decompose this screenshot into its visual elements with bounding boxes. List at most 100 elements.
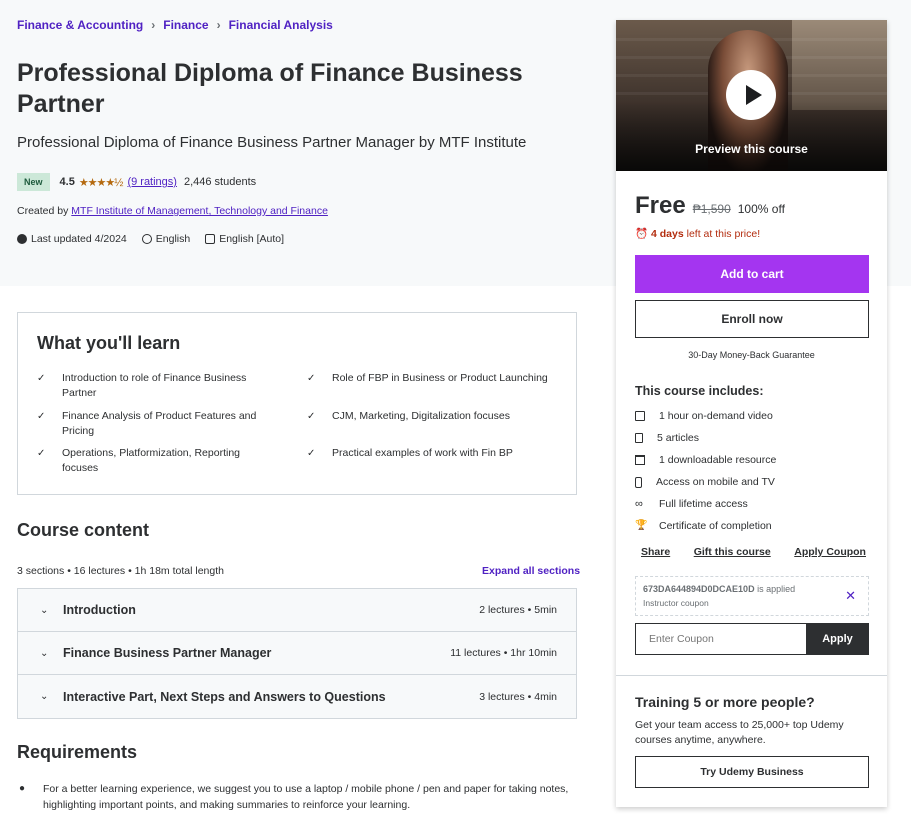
coupon-type: Instructor coupon bbox=[643, 598, 709, 608]
requirement-item: ● For a better learning experience, we s… bbox=[19, 781, 574, 813]
captions: English [Auto] bbox=[205, 233, 284, 245]
coupon-input[interactable] bbox=[635, 623, 806, 655]
include-text: Full lifetime access bbox=[659, 498, 748, 510]
preview-label: Preview this course bbox=[695, 142, 808, 156]
coupon-code-line: 673DA644894D0DCAE10D is applied bbox=[643, 584, 795, 594]
check-icon: ✓ bbox=[37, 373, 46, 384]
learn-item-text: Role of FBP in Business or Product Launc… bbox=[332, 372, 548, 384]
video-icon bbox=[635, 411, 645, 421]
coupon-code: 673DA644894D0DCAE10D bbox=[643, 584, 755, 594]
breadcrumb-item-financial-analysis[interactable]: Financial Analysis bbox=[229, 18, 333, 32]
section-row[interactable]: ⌄ Finance Business Partner Manager 11 le… bbox=[18, 632, 576, 675]
include-text: Access on mobile and TV bbox=[656, 476, 775, 488]
apply-coupon-button[interactable]: Apply bbox=[806, 623, 869, 655]
section-meta: 11 lectures • 1hr 10min bbox=[450, 647, 557, 659]
ratings-link[interactable]: (9 ratings) bbox=[127, 176, 177, 188]
check-icon: ✓ bbox=[307, 373, 316, 384]
include-item: 5 articles bbox=[635, 432, 699, 444]
rating-value: 4.5 bbox=[59, 176, 75, 188]
applied-coupon: 673DA644894D0DCAE10D is applied Instruct… bbox=[635, 576, 869, 616]
learn-item: ✓ Introduction to role of Finance Busine… bbox=[37, 371, 267, 401]
course-subtitle: Professional Diploma of Finance Business… bbox=[17, 134, 527, 151]
discount-percent: 100% off bbox=[737, 202, 785, 216]
alarm-clock-icon: ⏰ bbox=[635, 228, 649, 240]
include-text: Certificate of completion bbox=[659, 520, 772, 532]
try-udemy-business-button[interactable]: Try Udemy Business bbox=[635, 756, 869, 788]
language: English bbox=[141, 233, 191, 245]
chevron-down-icon: ⌄ bbox=[40, 647, 49, 659]
learn-item-text: Introduction to role of Finance Business… bbox=[62, 372, 247, 399]
share-link[interactable]: Share bbox=[641, 546, 670, 558]
section-title: Introduction bbox=[63, 603, 136, 617]
close-icon[interactable]: ✕ bbox=[845, 588, 856, 604]
current-price: Free bbox=[635, 192, 686, 219]
apply-coupon-link[interactable]: Apply Coupon bbox=[794, 546, 866, 558]
learn-item-text: Finance Analysis of Product Features and… bbox=[62, 410, 257, 437]
created-by: Created by MTF Institute of Management, … bbox=[17, 205, 328, 217]
learn-item: ✓ Practical examples of work with Fin BP bbox=[307, 446, 567, 461]
purchase-sidebar: Preview this course Free ₱1,590 100% off… bbox=[616, 20, 887, 807]
author-link[interactable]: MTF Institute of Management, Technology … bbox=[71, 205, 328, 217]
infinity-icon: ∞ bbox=[635, 498, 643, 510]
learn-item: ✓ Role of FBP in Business or Product Lau… bbox=[307, 371, 567, 386]
learn-item-text: CJM, Marketing, Digitalization focuses bbox=[332, 410, 510, 422]
course-content-summary: 3 sections • 16 lectures • 1h 18m total … bbox=[17, 565, 224, 577]
check-icon: ✓ bbox=[37, 411, 46, 422]
article-icon bbox=[635, 433, 643, 443]
download-icon bbox=[635, 455, 645, 465]
enroll-now-button[interactable]: Enroll now bbox=[635, 300, 869, 338]
breadcrumb-item-finance[interactable]: Finance bbox=[163, 18, 208, 32]
check-icon: ✓ bbox=[307, 411, 316, 422]
chevron-right-icon: › bbox=[151, 18, 156, 32]
mobile-icon bbox=[635, 476, 642, 488]
page-title: Professional Diploma of Finance Business… bbox=[17, 59, 523, 118]
what-youll-learn: What you'll learn ✓ Introduction to role… bbox=[17, 312, 577, 495]
last-updated-text: Last updated 4/2024 bbox=[31, 233, 127, 245]
created-by-label: Created by bbox=[17, 205, 69, 217]
captions-icon bbox=[205, 234, 216, 244]
play-icon[interactable] bbox=[726, 70, 776, 120]
rating-row: New 4.5 ★★★★½ (9 ratings) 2,446 students bbox=[17, 173, 256, 191]
coupon-applied-text: is applied bbox=[754, 584, 796, 594]
add-to-cart-button[interactable]: Add to cart bbox=[635, 255, 869, 293]
gift-course-link[interactable]: Gift this course bbox=[694, 546, 771, 558]
price-timer: ⏰ 4 days left at this price! bbox=[635, 227, 760, 240]
chevron-down-icon: ⌄ bbox=[40, 604, 49, 616]
bullet-icon: ● bbox=[19, 783, 26, 794]
include-item: Access on mobile and TV bbox=[635, 476, 775, 488]
training-title: Training 5 or more people? bbox=[635, 694, 815, 710]
trophy-icon: 🏆 bbox=[635, 520, 648, 531]
last-updated: Last updated 4/2024 bbox=[17, 233, 127, 245]
students-count: 2,446 students bbox=[183, 176, 257, 188]
chevron-right-icon: › bbox=[216, 18, 221, 32]
divider bbox=[616, 675, 887, 676]
expand-all-sections-button[interactable]: Expand all sections bbox=[482, 565, 580, 577]
sections-accordion: ⌄ Introduction 2 lectures • 5min ⌄ Finan… bbox=[17, 588, 577, 719]
requirements-title: Requirements bbox=[17, 742, 138, 762]
course-info-row: Last updated 4/2024 English English [Aut… bbox=[17, 233, 294, 245]
section-meta: 2 lectures • 5min bbox=[479, 604, 557, 616]
learn-item-text: Practical examples of work with Fin BP bbox=[332, 447, 513, 459]
includes-title: This course includes: bbox=[635, 384, 764, 398]
learn-item-text: Operations, Platformization, Reporting f… bbox=[62, 447, 241, 474]
include-item: 1 downloadable resource bbox=[635, 454, 776, 466]
include-item: 1 hour on-demand video bbox=[635, 410, 773, 422]
learn-item: ✓ CJM, Marketing, Digitalization focuses bbox=[307, 409, 567, 424]
captions-text: English [Auto] bbox=[219, 233, 285, 245]
breadcrumb-item-finance-accounting[interactable]: Finance & Accounting bbox=[17, 18, 143, 32]
section-row[interactable]: ⌄ Interactive Part, Next Steps and Answe… bbox=[18, 675, 576, 718]
section-title: Interactive Part, Next Steps and Answers… bbox=[63, 689, 386, 704]
language-text: English bbox=[155, 233, 191, 245]
check-icon: ✓ bbox=[307, 448, 316, 459]
learn-item: ✓ Operations, Platformization, Reporting… bbox=[37, 446, 267, 476]
globe-icon bbox=[141, 234, 152, 244]
course-content-title: Course content bbox=[17, 520, 150, 540]
course-preview[interactable]: Preview this course bbox=[616, 20, 887, 171]
chevron-down-icon: ⌄ bbox=[40, 691, 49, 702]
include-text: 1 hour on-demand video bbox=[659, 410, 773, 422]
section-row[interactable]: ⌄ Introduction 2 lectures • 5min bbox=[18, 589, 576, 632]
learn-item: ✓ Finance Analysis of Product Features a… bbox=[37, 409, 267, 439]
alert-icon bbox=[17, 234, 27, 244]
check-icon: ✓ bbox=[37, 448, 46, 459]
include-item: ∞ Full lifetime access bbox=[635, 498, 748, 510]
